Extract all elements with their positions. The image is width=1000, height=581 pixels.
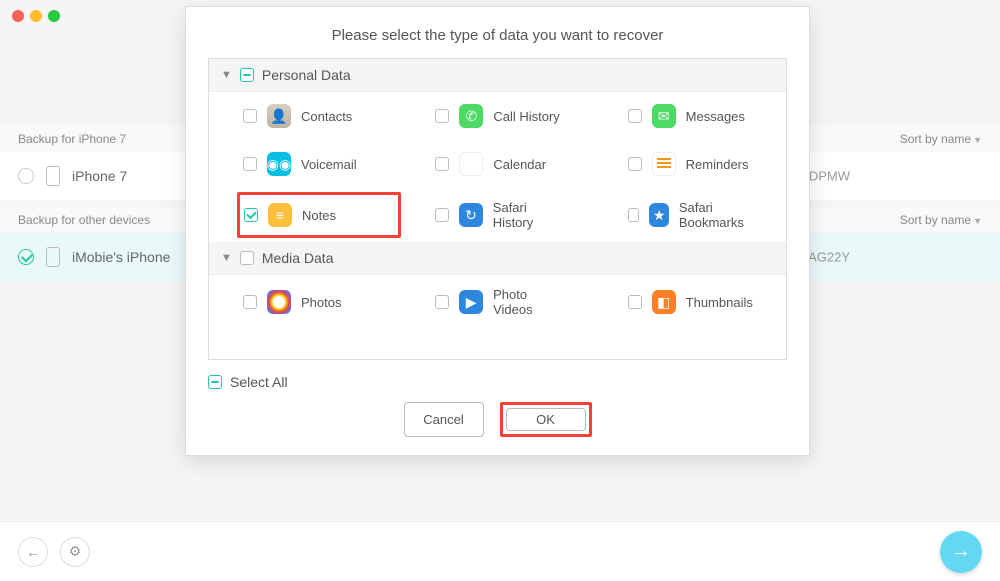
item-label: Reminders [686,157,749,172]
safari-history-icon: ↻ [459,203,483,227]
item-label: Safari Bookmarks [679,200,762,230]
modal-buttons: Cancel OK [186,396,809,455]
item-photo-videos[interactable]: ▶ Photo Videos [401,275,593,329]
gear-icon: ⚙ [69,543,82,560]
notes-icon: ≡ [268,203,292,227]
item-label: Contacts [301,109,352,124]
maximize-window-icon[interactable] [48,10,60,22]
recover-type-modal: Please select the type of data you want … [185,6,810,456]
item-label: Safari History [493,200,570,230]
back-button[interactable]: ← [18,537,48,567]
checkbox[interactable] [240,251,254,265]
item-label: Thumbnails [686,295,753,310]
item-photos[interactable]: Photos [209,275,401,329]
checkbox[interactable] [435,295,449,309]
call-history-icon: ✆ [459,104,483,128]
thumbnails-icon: ◧ [652,290,676,314]
contacts-icon: 👤 [267,104,291,128]
voicemail-icon: ◉◉ [267,152,291,176]
item-label: Voicemail [301,157,357,172]
checkbox[interactable] [243,157,257,171]
checkbox[interactable] [435,157,449,171]
sort-control[interactable]: Sort by name▼ [900,213,982,227]
select-all-label: Select All [230,374,288,390]
item-label: Messages [686,109,745,124]
item-notes[interactable]: ≡ Notes [237,192,401,238]
item-label: Calendar [493,157,546,172]
phone-icon [46,166,60,186]
checkbox[interactable] [628,208,640,222]
radio-checked-icon[interactable] [18,249,34,265]
item-label: Photo Videos [493,287,570,317]
next-button[interactable]: → [940,531,982,573]
checkbox[interactable] [243,109,257,123]
device-name: iPhone 7 [72,168,127,184]
item-label: Call History [493,109,559,124]
section-title: Backup for iPhone 7 [18,132,126,146]
ok-button[interactable]: OK [506,408,586,431]
minimize-window-icon[interactable] [30,10,42,22]
checkbox-checked[interactable] [244,208,258,222]
chevron-down-icon: ▼ [973,135,982,145]
select-all-row[interactable]: Select All [186,360,809,396]
sort-control[interactable]: Sort by name▼ [900,132,982,146]
checkbox[interactable] [628,295,642,309]
item-safari-bookmarks[interactable]: ★ Safari Bookmarks [594,188,786,242]
radio-unchecked-icon[interactable] [18,168,34,184]
ok-highlight: OK [500,402,592,437]
section-title: Backup for other devices [18,213,150,227]
checkbox[interactable] [243,295,257,309]
photo-videos-icon: ▶ [459,290,483,314]
checkbox-partial[interactable] [240,68,254,82]
chevron-down-icon: ▼ [973,216,982,226]
disclosure-triangle-icon[interactable]: ▼ [221,69,232,81]
close-window-icon[interactable] [12,10,24,22]
data-type-list: ▼ Personal Data 👤 Contacts ✆ Call History … [208,58,787,360]
item-thumbnails[interactable]: ◧ Thumbnails [594,275,786,329]
checkbox[interactable] [435,109,449,123]
item-call-history[interactable]: ✆ Call History [401,92,593,140]
item-reminders[interactable]: Reminders [594,140,786,188]
item-messages[interactable]: ✉ Messages [594,92,786,140]
group-media-data[interactable]: ▼ Media Data [209,242,786,275]
item-label: Photos [301,295,341,310]
window-controls [12,10,60,22]
calendar-icon: 3 [459,152,483,176]
reminders-icon [652,152,676,176]
device-serial: AG22Y [808,250,850,265]
item-label: Notes [302,208,336,223]
checkbox[interactable] [435,208,449,222]
phone-icon [46,247,60,267]
item-voicemail[interactable]: ◉◉ Voicemail [209,140,401,188]
arrow-left-icon: ← [26,544,40,560]
settings-button[interactable]: ⚙ [60,537,90,567]
cancel-button[interactable]: Cancel [404,402,484,437]
group-label: Media Data [262,250,334,266]
modal-title: Please select the type of data you want … [186,7,809,58]
disclosure-triangle-icon[interactable]: ▼ [221,252,232,264]
checkbox[interactable] [628,157,642,171]
messages-icon: ✉ [652,104,676,128]
personal-data-grid: 👤 Contacts ✆ Call History ✉ Messages ◉◉ Voic… [209,92,786,242]
checkbox[interactable] [628,109,642,123]
footer-left-controls: ← ⚙ [18,537,90,567]
arrow-right-icon: → [951,540,971,563]
checkbox-partial[interactable] [208,375,222,389]
footer-bar: ← ⚙ → [0,521,1000,581]
item-safari-history[interactable]: ↻ Safari History [401,188,593,242]
device-name: iMobie's iPhone [72,249,170,265]
item-calendar[interactable]: 3 Calendar [401,140,593,188]
media-data-grid: Photos ▶ Photo Videos ◧ Thumbnails [209,275,786,329]
group-personal-data[interactable]: ▼ Personal Data [209,59,786,92]
group-label: Personal Data [262,67,351,83]
safari-bookmarks-icon: ★ [649,203,668,227]
photos-icon [267,290,291,314]
item-contacts[interactable]: 👤 Contacts [209,92,401,140]
